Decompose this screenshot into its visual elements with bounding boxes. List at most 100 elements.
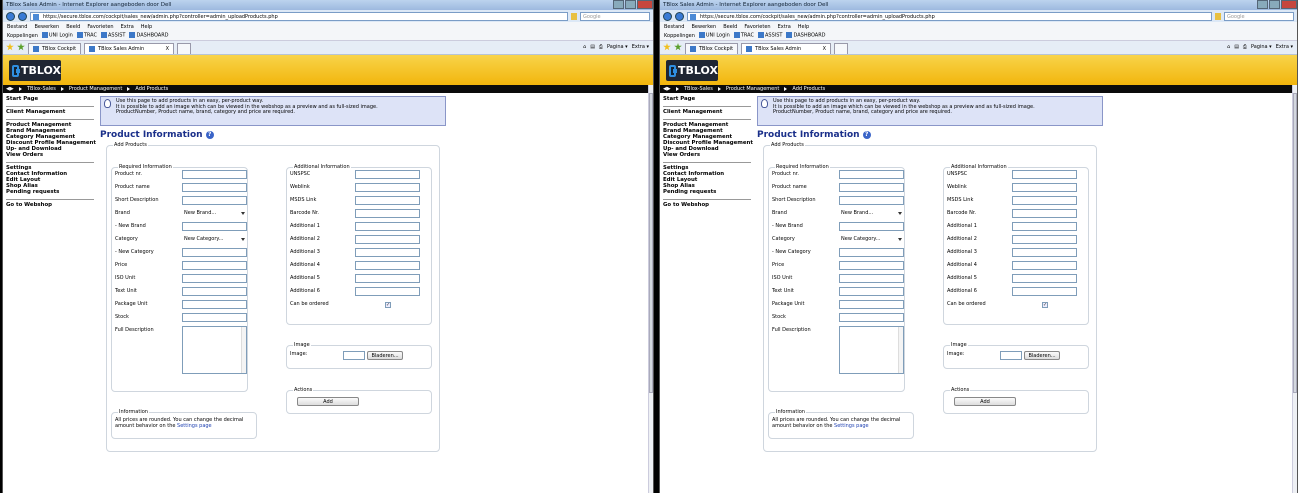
- scrollbar-thumb[interactable]: [1293, 93, 1297, 393]
- link-item[interactable]: UNI Login: [41, 32, 73, 39]
- menu-item[interactable]: Bewerken: [691, 24, 716, 30]
- text-field[interactable]: [1012, 287, 1077, 296]
- file-path-input[interactable]: [1000, 351, 1022, 360]
- add-button[interactable]: Add: [297, 397, 359, 406]
- text-field[interactable]: [355, 261, 420, 270]
- sidebar-item[interactable]: Go to Webshop: [663, 202, 751, 208]
- tab-cockpit[interactable]: TBlox Cockpit: [28, 43, 82, 54]
- breadcrumb-item[interactable]: TBlox-Sales: [27, 86, 56, 92]
- text-field[interactable]: [1012, 261, 1077, 270]
- text-field[interactable]: [182, 196, 247, 205]
- link-item[interactable]: Koppelingen: [664, 33, 695, 39]
- text-field[interactable]: [839, 261, 904, 270]
- breadcrumb-item[interactable]: Product Management: [69, 86, 123, 92]
- back-icon[interactable]: [663, 11, 672, 21]
- add-button[interactable]: Add: [954, 397, 1016, 406]
- text-field[interactable]: [355, 235, 420, 244]
- breadcrumb-item[interactable]: TBlox-Sales: [684, 86, 713, 92]
- text-field[interactable]: [839, 183, 904, 192]
- text-field[interactable]: [1012, 170, 1077, 179]
- sidebar-item[interactable]: Client Management: [6, 109, 94, 115]
- category-select[interactable]: New Category...: [839, 235, 904, 244]
- text-field[interactable]: [839, 222, 904, 231]
- sidebar-item[interactable]: View Orders: [663, 152, 751, 158]
- settings-page-link[interactable]: Settings page: [834, 423, 869, 429]
- back-icon[interactable]: [6, 11, 15, 21]
- sidebar-item[interactable]: Client Management: [663, 109, 751, 115]
- text-field[interactable]: [839, 274, 904, 283]
- scrollbar[interactable]: [898, 327, 903, 373]
- search-input[interactable]: Google: [580, 11, 650, 21]
- text-field[interactable]: [1012, 196, 1077, 205]
- breadcrumb-item[interactable]: Add Products: [792, 86, 825, 92]
- text-field[interactable]: [182, 170, 247, 179]
- text-field[interactable]: [839, 313, 904, 322]
- text-field[interactable]: [182, 222, 247, 231]
- scrollbar[interactable]: [241, 327, 246, 373]
- lock-icon[interactable]: [1215, 12, 1221, 20]
- menu-item[interactable]: Beeld: [723, 24, 737, 30]
- text-field[interactable]: [355, 170, 420, 179]
- menu-item[interactable]: Bestand: [664, 24, 684, 30]
- sidebar-item[interactable]: Pending requests: [6, 189, 94, 195]
- tblox-logo[interactable]: TBLOX: [9, 60, 61, 81]
- tab-sales-admin[interactable]: TBlox Sales Admin X: [84, 43, 175, 54]
- feeds-icon[interactable]: ▤: [590, 44, 595, 50]
- add-favorite-icon[interactable]: [674, 43, 682, 51]
- page-menu[interactable]: Pagina ▾: [1251, 44, 1272, 50]
- text-field[interactable]: [182, 274, 247, 283]
- tools-menu[interactable]: Extra ▾: [632, 44, 649, 50]
- link-item[interactable]: UNI Login: [698, 32, 730, 39]
- text-field[interactable]: [839, 287, 904, 296]
- browse-button[interactable]: Bladeren...: [367, 351, 403, 360]
- file-path-input[interactable]: [343, 351, 365, 360]
- url-input[interactable]: https://secure.tblox.com/cockpit/sales_n…: [30, 11, 568, 21]
- help-icon[interactable]: ?: [205, 131, 214, 139]
- maximize-button[interactable]: [625, 0, 636, 9]
- full-description-textarea[interactable]: [182, 326, 247, 374]
- new-tab[interactable]: [834, 43, 849, 54]
- sidebar-item[interactable]: Pending requests: [663, 189, 751, 195]
- menu-item[interactable]: Extra: [121, 24, 134, 30]
- link-item[interactable]: DASHBOARD: [129, 32, 169, 39]
- text-field[interactable]: [1012, 274, 1077, 283]
- brand-select[interactable]: New Brand...: [839, 209, 904, 218]
- settings-page-link[interactable]: Settings page: [177, 423, 212, 429]
- link-item[interactable]: ASSIST: [101, 32, 125, 39]
- home-icon[interactable]: ⌂: [1227, 44, 1230, 50]
- menu-item[interactable]: Help: [798, 24, 809, 30]
- favorites-star-icon[interactable]: [663, 43, 671, 51]
- close-button[interactable]: [1281, 0, 1297, 9]
- menu-item[interactable]: Favorieten: [744, 24, 770, 30]
- text-field[interactable]: [355, 274, 420, 283]
- scrollbar-thumb[interactable]: [649, 93, 653, 393]
- text-field[interactable]: [182, 183, 247, 192]
- browse-button[interactable]: Bladeren...: [1024, 351, 1060, 360]
- forward-icon[interactable]: [18, 11, 27, 21]
- link-item[interactable]: DASHBOARD: [786, 32, 826, 39]
- text-field[interactable]: [355, 248, 420, 257]
- tab-sales-admin[interactable]: TBlox Sales Admin X: [741, 43, 832, 54]
- lock-icon[interactable]: [571, 12, 577, 20]
- close-tab-icon[interactable]: X: [823, 46, 826, 52]
- text-field[interactable]: [355, 222, 420, 231]
- menu-item[interactable]: Favorieten: [87, 24, 113, 30]
- text-field[interactable]: [355, 196, 420, 205]
- link-item[interactable]: TRAC: [76, 32, 97, 39]
- menu-item[interactable]: Bestand: [7, 24, 27, 30]
- close-tab-icon[interactable]: X: [166, 46, 169, 52]
- text-field[interactable]: [355, 287, 420, 296]
- link-item[interactable]: Koppelingen: [7, 33, 38, 39]
- page-menu[interactable]: Pagina ▾: [607, 44, 628, 50]
- print-icon[interactable]: ⎙: [599, 44, 603, 50]
- print-icon[interactable]: ⎙: [1243, 44, 1247, 50]
- text-field[interactable]: [839, 248, 904, 257]
- url-input[interactable]: https://secure.tblox.com/cockpit/sales_n…: [687, 11, 1212, 21]
- menu-item[interactable]: Help: [141, 24, 152, 30]
- sidebar-item[interactable]: Start Page: [663, 96, 751, 102]
- text-field[interactable]: [1012, 183, 1077, 192]
- feeds-icon[interactable]: ▤: [1234, 44, 1239, 50]
- full-description-textarea[interactable]: [839, 326, 904, 374]
- text-field[interactable]: [182, 248, 247, 257]
- text-field[interactable]: [1012, 209, 1077, 218]
